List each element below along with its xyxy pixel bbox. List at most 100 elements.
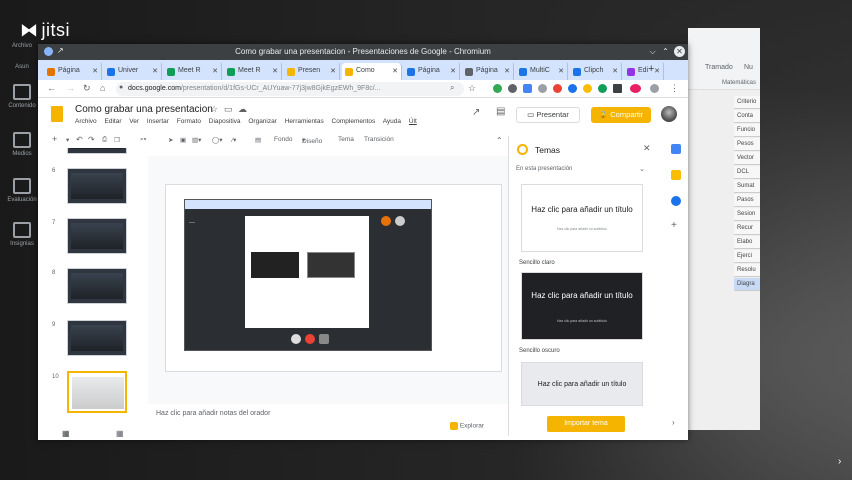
extension-icon[interactable]	[523, 84, 532, 93]
tab-como-active[interactable]: Como ✕	[342, 63, 402, 80]
tab-edi[interactable]: Edi ✕	[624, 63, 664, 80]
new-tab-icon[interactable]: +	[648, 63, 654, 75]
toolbar-diseno[interactable]: Diseño ▾	[302, 136, 322, 145]
tab-close-icon[interactable]: ✕	[558, 67, 564, 75]
star-icon[interactable]: ☆	[210, 104, 218, 115]
tab-pagina-2[interactable]: Página ✕	[404, 63, 460, 80]
menu-complementos[interactable]: Complementos	[332, 118, 376, 125]
chevron-right-icon[interactable]: ›	[672, 418, 675, 427]
chevron-right-icon[interactable]: ›	[838, 456, 841, 467]
tab-multic[interactable]: MultiC ✕	[516, 63, 568, 80]
toolbar-transicion[interactable]: Transición	[364, 136, 394, 143]
share-button[interactable]: 🔒 Compartir	[591, 107, 651, 123]
tab-close-icon[interactable]: ✕	[152, 67, 158, 75]
paint-format-icon[interactable]: ❒	[114, 136, 120, 144]
comments-icon[interactable]: ▤	[496, 106, 505, 117]
menu-ver[interactable]: Ver	[129, 118, 139, 125]
extension-icon[interactable]	[493, 84, 502, 93]
filmstrip-view-icon[interactable]: ▦	[62, 429, 70, 438]
undo-icon[interactable]: ↶	[76, 135, 83, 144]
slide-thumbnail[interactable]	[67, 168, 127, 204]
tab-close-icon[interactable]: ✕	[92, 67, 98, 75]
tab-close-icon[interactable]: ✕	[654, 67, 660, 75]
select-icon[interactable]: ➤	[168, 136, 173, 144]
theme-card-dark[interactable]: Haz clic para añadir un título Haz clic …	[521, 272, 643, 340]
line-icon[interactable]: ∕▾	[232, 136, 236, 144]
menu-diapositiva[interactable]: Diapositiva	[209, 118, 241, 125]
tab-presentaciones[interactable]: Presen ✕	[284, 63, 340, 80]
tab-close-icon[interactable]: ✕	[504, 67, 510, 75]
add-addon-icon[interactable]: +	[671, 220, 677, 231]
present-button[interactable]: ▭ Presentar	[516, 107, 580, 123]
tab-pagina-3[interactable]: Página ✕	[462, 63, 514, 80]
new-slide-icon[interactable]: +	[52, 134, 57, 144]
calendar-icon[interactable]	[671, 144, 681, 154]
comment-add-icon[interactable]: ▤	[255, 136, 261, 144]
slide-thumbnail[interactable]	[67, 218, 127, 254]
tasks-icon[interactable]	[671, 196, 681, 206]
extension-icon[interactable]	[598, 84, 607, 93]
user-avatar[interactable]	[661, 106, 677, 122]
grid-view-icon[interactable]: ▦	[116, 429, 124, 438]
zoom-icon[interactable]: ⌕▾	[140, 136, 146, 144]
home-icon[interactable]: ⌂	[100, 83, 105, 93]
last-edit-link[interactable]: Últ	[409, 118, 417, 125]
shape-icon[interactable]: ◯▾	[212, 136, 223, 144]
menu-herramientas[interactable]: Herramientas	[285, 118, 324, 125]
menu-formato[interactable]: Formato	[177, 118, 201, 125]
bookmark-star-icon[interactable]: ☆	[468, 83, 476, 94]
extension-icon[interactable]	[568, 84, 577, 93]
extension-icon[interactable]	[583, 84, 592, 93]
reload-icon[interactable]: ↻	[83, 83, 91, 94]
tab-universidad[interactable]: Univer ✕	[104, 63, 162, 80]
menu-archivo[interactable]: Archivo	[75, 118, 97, 125]
slide-thumbnail[interactable]	[67, 268, 127, 304]
puzzle-icon[interactable]	[613, 84, 622, 93]
menu-insertar[interactable]: Insertar	[147, 118, 169, 125]
slide-thumbnail[interactable]	[67, 148, 127, 154]
extension-icon[interactable]	[508, 84, 517, 93]
tab-close-icon[interactable]: ✕	[212, 67, 218, 75]
tab-close-icon[interactable]: ✕	[392, 67, 398, 75]
tab-meet-1[interactable]: Meet R ✕	[164, 63, 222, 80]
menu-ayuda[interactable]: Ayuda	[383, 118, 401, 125]
theme-card-light[interactable]: Haz clic para añadir un título	[521, 362, 643, 406]
tab-clipchamp[interactable]: Clipch ✕	[570, 63, 622, 80]
slides-logo-icon[interactable]	[51, 106, 63, 122]
maximize-icon[interactable]: ⌃	[660, 46, 671, 57]
tab-close-icon[interactable]: ✕	[330, 67, 336, 75]
slide-thumbnail-selected[interactable]	[67, 371, 127, 413]
profile-avatar[interactable]	[650, 84, 659, 93]
search-icon[interactable]: ⌕	[450, 83, 454, 93]
slide-thumbnail[interactable]	[67, 320, 127, 356]
back-icon[interactable]: ←	[47, 83, 56, 93]
tab-pagina-1[interactable]: Página ✕	[44, 63, 102, 80]
more-vert-icon[interactable]: ⋮	[670, 83, 679, 94]
explore-button[interactable]: Explorar	[450, 422, 498, 434]
print-icon[interactable]: ⎙	[102, 136, 107, 144]
move-folder-icon[interactable]: ▭	[224, 104, 233, 115]
forward-icon[interactable]: →	[66, 83, 75, 93]
menu-organizar[interactable]: Organizar	[248, 118, 277, 125]
menu-editar[interactable]: Editar	[105, 118, 122, 125]
document-title[interactable]: Como grabar una presentacion	[75, 104, 213, 115]
tab-close-icon[interactable]: ✕	[272, 67, 278, 75]
dropdown-icon[interactable]: ▾	[66, 136, 69, 144]
close-icon[interactable]: ✕	[674, 46, 685, 57]
toolbar-tema[interactable]: Tema	[338, 136, 354, 143]
tab-meet-2[interactable]: Meet R ✕	[224, 63, 282, 80]
toolbar-fondo[interactable]: Fondo	[274, 136, 292, 143]
extension-icon[interactable]	[553, 84, 562, 93]
extension-icon[interactable]	[538, 84, 547, 93]
extension-icon[interactable]	[630, 84, 641, 93]
text-box-icon[interactable]: ▣	[180, 136, 186, 144]
close-icon[interactable]: ✕	[643, 143, 651, 154]
theme-card-current[interactable]: Haz clic para añadir un título Haz clic …	[521, 184, 643, 252]
tab-close-icon[interactable]: ✕	[612, 67, 618, 75]
keep-icon[interactable]	[671, 170, 681, 180]
tab-close-icon[interactable]: ✕	[450, 67, 456, 75]
minimize-icon[interactable]: ⌵	[647, 46, 658, 57]
slide-screenshot-image[interactable]: —	[184, 199, 432, 351]
chevron-down-icon[interactable]: ⌄	[639, 165, 645, 173]
import-theme-button[interactable]: Importar tema	[547, 416, 625, 432]
